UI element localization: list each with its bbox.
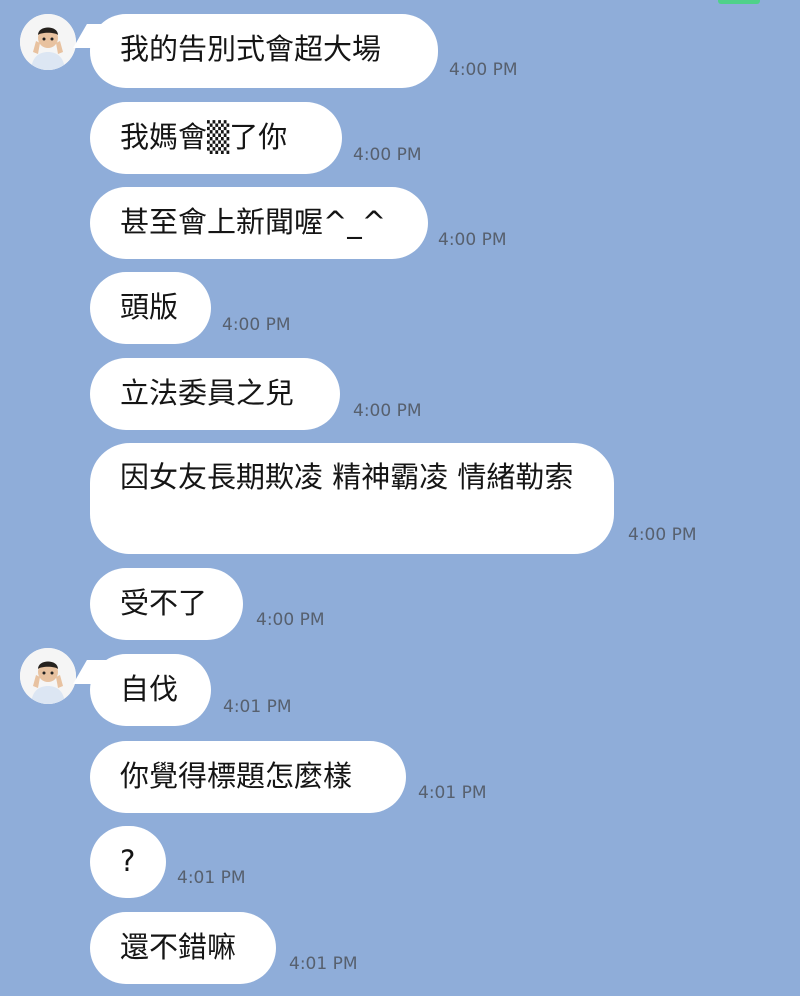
message-text: 你覺得標題怎麼樣 [120,759,353,793]
message-timestamp: 4:01 PM [223,697,292,717]
message-bubble[interactable]: 你覺得標題怎麼樣 [90,741,406,813]
message-text: 還不錯嘛 [120,930,237,964]
message-bubble[interactable]: ? [90,826,166,898]
message-timestamp: 4:00 PM [353,401,422,421]
message-text: 頭版 [120,290,179,324]
message-timestamp: 4:01 PM [289,954,358,974]
message-bubble[interactable]: 還不錯嘛 [90,912,276,984]
message-bubble[interactable]: 我的告別式會超大場 [90,14,438,88]
message-text: 因女友長期欺凌 精神霸凌 情緒勒索 [120,460,574,494]
message-text: 立法委員之兒 [120,376,295,410]
message-timestamp: 4:00 PM [438,230,507,250]
message-timestamp: 4:01 PM [418,783,487,803]
message-bubble[interactable]: 立法委員之兒 [90,358,340,430]
message-text: 自伐 [120,672,179,706]
message-text: ? [120,844,136,878]
chat-window[interactable]: 我的告別式會超大場 4:00 PM 我媽會▒了你 4:00 PM 甚至會上新聞喔… [0,0,800,996]
message-timestamp: 4:00 PM [256,610,325,630]
message-bubble[interactable]: 自伐 [90,654,211,726]
message-timestamp: 4:00 PM [628,525,697,545]
message-bubble[interactable]: 我媽會▒了你 [90,102,342,174]
message-timestamp: 4:00 PM [449,60,518,80]
avatar[interactable] [20,648,76,704]
message-bubble[interactable]: 因女友長期欺凌 精神霸凌 情緒勒索 [90,443,614,554]
message-timestamp: 4:01 PM [177,868,246,888]
message-text: 我媽會▒了你 [120,120,288,154]
message-bubble[interactable]: 甚至會上新聞喔^_^ [90,187,428,259]
message-timestamp: 4:00 PM [222,315,291,335]
message-text: 受不了 [120,586,208,620]
message-bubble[interactable]: 受不了 [90,568,243,640]
message-timestamp: 4:00 PM [353,145,422,165]
user-avatar-icon [20,648,76,704]
avatar[interactable] [20,14,76,70]
message-bubble[interactable]: 頭版 [90,272,211,344]
user-avatar-icon [20,14,76,70]
message-text: 甚至會上新聞喔^_^ [120,205,387,239]
message-text: 我的告別式會超大場 [120,32,382,66]
